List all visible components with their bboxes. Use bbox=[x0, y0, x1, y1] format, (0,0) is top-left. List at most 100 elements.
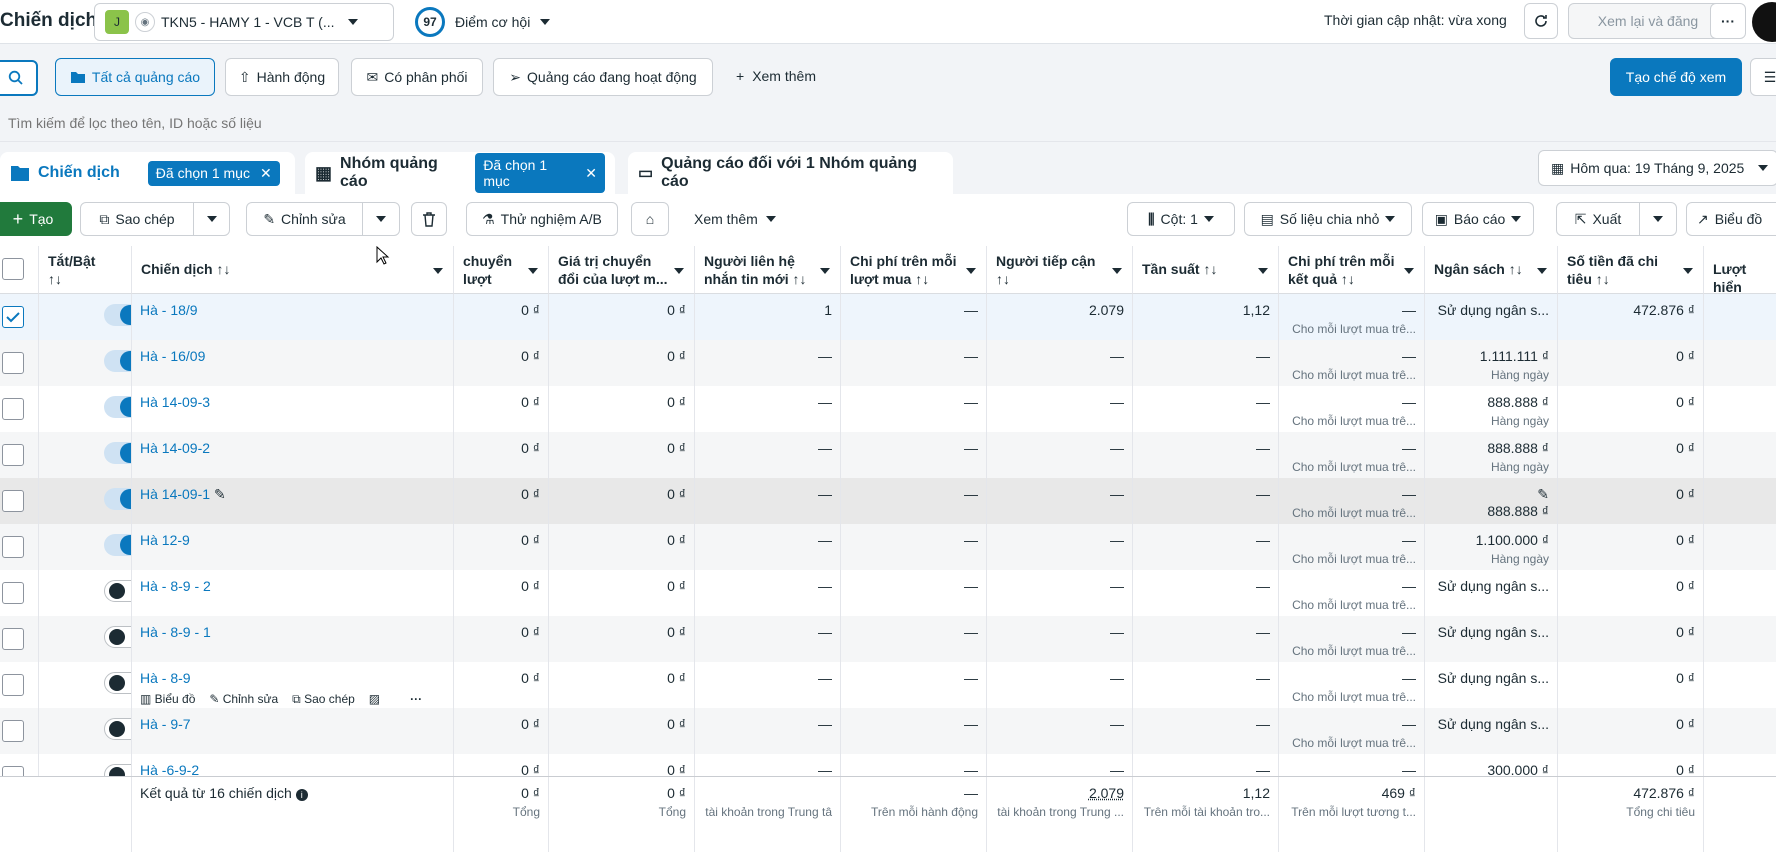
campaign-name-link[interactable]: Hà 14-09-3 bbox=[140, 394, 210, 410]
avatar[interactable] bbox=[1752, 2, 1776, 42]
filter-more[interactable]: + Xem thêm bbox=[736, 68, 816, 84]
row-checkbox[interactable] bbox=[2, 628, 24, 650]
status-toggle[interactable] bbox=[104, 488, 131, 510]
status-toggle[interactable] bbox=[104, 350, 131, 372]
breakdown-button[interactable]: ▤ Số liệu chia nhỏ bbox=[1244, 202, 1412, 236]
row-checkbox[interactable] bbox=[2, 398, 24, 420]
ellipsis-icon[interactable]: ··· bbox=[410, 692, 422, 707]
status-toggle[interactable] bbox=[104, 396, 131, 418]
filter-actions[interactable]: ⇧ Hành động bbox=[225, 58, 339, 96]
create-view-button[interactable]: Tạo chế độ xem bbox=[1610, 58, 1742, 96]
column-header-c8[interactable]: Ngân sách ↑↓ bbox=[1425, 246, 1558, 294]
status-toggle[interactable] bbox=[104, 718, 131, 740]
row-checkbox[interactable] bbox=[2, 582, 24, 604]
tag-button[interactable]: ⌂ bbox=[631, 202, 669, 236]
image-icon[interactable]: ▨ bbox=[369, 692, 380, 707]
campaign-name-link[interactable]: Hà 14-09-2 bbox=[140, 440, 210, 456]
table-row[interactable]: Hà 14-09-3 0 ₫ 0 ₫ — — — — — Cho mỗi lượt mua tr… bbox=[0, 386, 1776, 432]
account-selector[interactable]: J ◉ TKN5 - HAMY 1 - VCB T (... bbox=[94, 3, 394, 41]
pencil-icon[interactable]: ✎ bbox=[214, 486, 226, 502]
opportunity-score[interactable]: 97 Điểm cơ hội bbox=[415, 7, 551, 37]
search-input[interactable] bbox=[8, 110, 708, 136]
filter-active-ads[interactable]: ➢ Quảng cáo đang hoạt động bbox=[493, 58, 713, 96]
status-toggle[interactable] bbox=[104, 534, 131, 556]
campaign-name-link[interactable]: Hà - 8-9 bbox=[140, 670, 191, 686]
column-header-c4[interactable]: Chi phí trên mỗi lượt mua ↑↓ bbox=[841, 246, 987, 294]
row-checkbox[interactable] bbox=[2, 352, 24, 374]
edit-button[interactable]: ✎ Chỉnh sửa bbox=[246, 202, 363, 236]
table-row[interactable]: Hà - 8-9 ▥ Biểu đồ ✎ Chỉnh sửa ⧉ Sao chép ▨ ·… bbox=[0, 662, 1776, 708]
ab-test-button[interactable]: ⚗ Thử nghiệm A/B bbox=[466, 202, 618, 236]
table-row[interactable]: Hà 14-09-1 ✎ 0 ₫ 0 ₫ — — — — — Cho mỗi lượt mua … bbox=[0, 478, 1776, 524]
campaign-name-link[interactable]: Hà - 16/09 bbox=[140, 348, 205, 364]
chart-button[interactable]: ↗ Biểu đồ bbox=[1686, 202, 1776, 236]
row-checkbox[interactable] bbox=[2, 720, 24, 742]
info-icon[interactable]: i bbox=[295, 789, 308, 801]
column-header-c3[interactable]: Người liên hệ nhắn tin mới ↑↓ bbox=[695, 246, 841, 294]
row-chart-action[interactable]: ▥ Biểu đồ bbox=[140, 692, 195, 707]
filter-delivery[interactable]: ✉ Có phân phối bbox=[351, 58, 483, 96]
row-checkbox[interactable] bbox=[2, 306, 24, 328]
campaign-name-link[interactable]: Hà 14-09-1 bbox=[140, 486, 210, 502]
date-range-picker[interactable]: ▦ Hôm qua: 19 Tháng 9, 2025 bbox=[1538, 150, 1776, 186]
column-header-c6[interactable]: Tần suất ↑↓ bbox=[1133, 246, 1279, 294]
edit-dropdown[interactable] bbox=[362, 202, 400, 236]
table-row[interactable]: Hà 14-09-2 0 ₫ 0 ₫ — — — — — Cho mỗi lượt mua tr… bbox=[0, 432, 1776, 478]
campaign-name-link[interactable]: Hà - 9-7 bbox=[140, 716, 191, 732]
campaign-name-link[interactable]: Hà 12-9 bbox=[140, 532, 190, 548]
row-checkbox[interactable] bbox=[2, 536, 24, 558]
table-row[interactable]: Hà - 8-9 - 10 ₫ 0 ₫ — — — — — Cho mỗi lượt mua … bbox=[0, 616, 1776, 662]
campaign-name-link[interactable]: Hà - 8-9 - 1 bbox=[140, 624, 211, 640]
select-all-checkbox[interactable] bbox=[2, 258, 24, 280]
row-checkbox[interactable] bbox=[2, 444, 24, 466]
export-button[interactable]: ⇱ Xuất bbox=[1556, 202, 1640, 236]
export-dropdown[interactable] bbox=[1639, 202, 1677, 236]
close-icon[interactable]: ✕ bbox=[260, 165, 272, 182]
duplicate-dropdown[interactable] bbox=[193, 202, 230, 236]
column-header-c9[interactable]: Số tiền đã chi tiêu ↑↓ bbox=[1558, 246, 1704, 294]
column-header-c5[interactable]: Người tiếp cận ↑↓ bbox=[987, 246, 1133, 294]
row-edit-action[interactable]: ✎ Chỉnh sửa bbox=[209, 692, 278, 707]
create-button[interactable]: + Tạo bbox=[0, 202, 72, 236]
selected-pill[interactable]: Đã chọn 1 mục ✕ bbox=[147, 160, 280, 186]
row-checkbox[interactable] bbox=[2, 490, 24, 512]
column-header-name[interactable]: Chiến dịch ↑↓ bbox=[132, 246, 454, 294]
delete-button[interactable] bbox=[411, 202, 447, 236]
campaign-name-link[interactable]: Hà - 18/9 bbox=[140, 302, 198, 318]
cell-c8[interactable]: ✎ 888.888 ₫ bbox=[1425, 478, 1558, 524]
table-row[interactable]: Hà - 8-9 - 20 ₫ 0 ₫ — — — — — Cho mỗi lượt mua … bbox=[0, 570, 1776, 616]
filter-all-ads[interactable]: Tất cả quảng cáo bbox=[55, 58, 215, 96]
close-icon[interactable]: ✕ bbox=[585, 165, 597, 182]
selected-pill[interactable]: Đã chọn 1 mục ✕ bbox=[475, 153, 605, 193]
column-header-c2[interactable]: Giá trị chuyển đổi của lượt m... bbox=[549, 246, 695, 294]
columns-button[interactable]: ⫼ Cột: 1 bbox=[1127, 202, 1235, 236]
tab-ads[interactable]: ▭ Quảng cáo đối với 1 Nhóm quảng cáo bbox=[628, 152, 953, 194]
table-row[interactable]: Hà - 9-7 0 ₫ 0 ₫ — — — — — Cho mỗi lượt mua trê.… bbox=[0, 708, 1776, 754]
status-toggle[interactable] bbox=[104, 304, 131, 326]
duplicate-button[interactable]: ⧉ Sao chép bbox=[80, 202, 194, 236]
status-toggle[interactable] bbox=[104, 442, 131, 464]
settings-button[interactable]: ☰ bbox=[1750, 58, 1776, 96]
toolbar-more[interactable]: Xem thêm bbox=[694, 211, 776, 227]
campaign-name-link[interactable]: Hà - 8-9 - 2 bbox=[140, 578, 211, 594]
reports-button[interactable]: ▣ Báo cáo bbox=[1422, 202, 1534, 236]
table-row[interactable]: Hà - 18/9 0 ₫ 0 ₫ 1—2.079 1,12— Cho mỗi lượt … bbox=[0, 294, 1776, 340]
status-toggle[interactable] bbox=[104, 626, 131, 648]
table-row[interactable]: Hà - 16/09 0 ₫ 0 ₫ — — — — — Cho mỗi lượt mua tr… bbox=[0, 340, 1776, 386]
pencil-icon[interactable]: ✎ bbox=[1433, 486, 1549, 503]
refresh-button[interactable] bbox=[1524, 3, 1558, 39]
column-header-c1[interactable]: chuyển lượt mu... bbox=[454, 246, 549, 294]
table-row[interactable]: Hà 12-9 0 ₫ 0 ₫ — — — — — Cho mỗi lượt mua trê..… bbox=[0, 524, 1776, 570]
tab-adsets[interactable]: ▦ Nhóm quảng cáo Đã chọn 1 mục ✕ bbox=[305, 152, 615, 194]
tab-campaigns[interactable]: Chiến dịch Đã chọn 1 mục ✕ bbox=[0, 152, 295, 194]
review-publish-button[interactable]: Xem lại và đăng bbox=[1568, 3, 1728, 39]
row-duplicate-action[interactable]: ⧉ Sao chép bbox=[292, 692, 355, 707]
column-header-c7[interactable]: Chi phí trên mỗi kết quả ↑↓ bbox=[1279, 246, 1425, 294]
row-checkbox[interactable] bbox=[2, 674, 24, 696]
more-options-button[interactable]: ··· bbox=[1710, 3, 1746, 39]
search-button[interactable] bbox=[0, 60, 38, 96]
status-toggle[interactable] bbox=[104, 580, 131, 602]
status-toggle[interactable] bbox=[104, 672, 131, 694]
column-header-toggle[interactable]: Tắt/Bật ↑↓ bbox=[39, 246, 132, 294]
column-header-c10[interactable]: Lượt hiển bbox=[1704, 246, 1776, 294]
